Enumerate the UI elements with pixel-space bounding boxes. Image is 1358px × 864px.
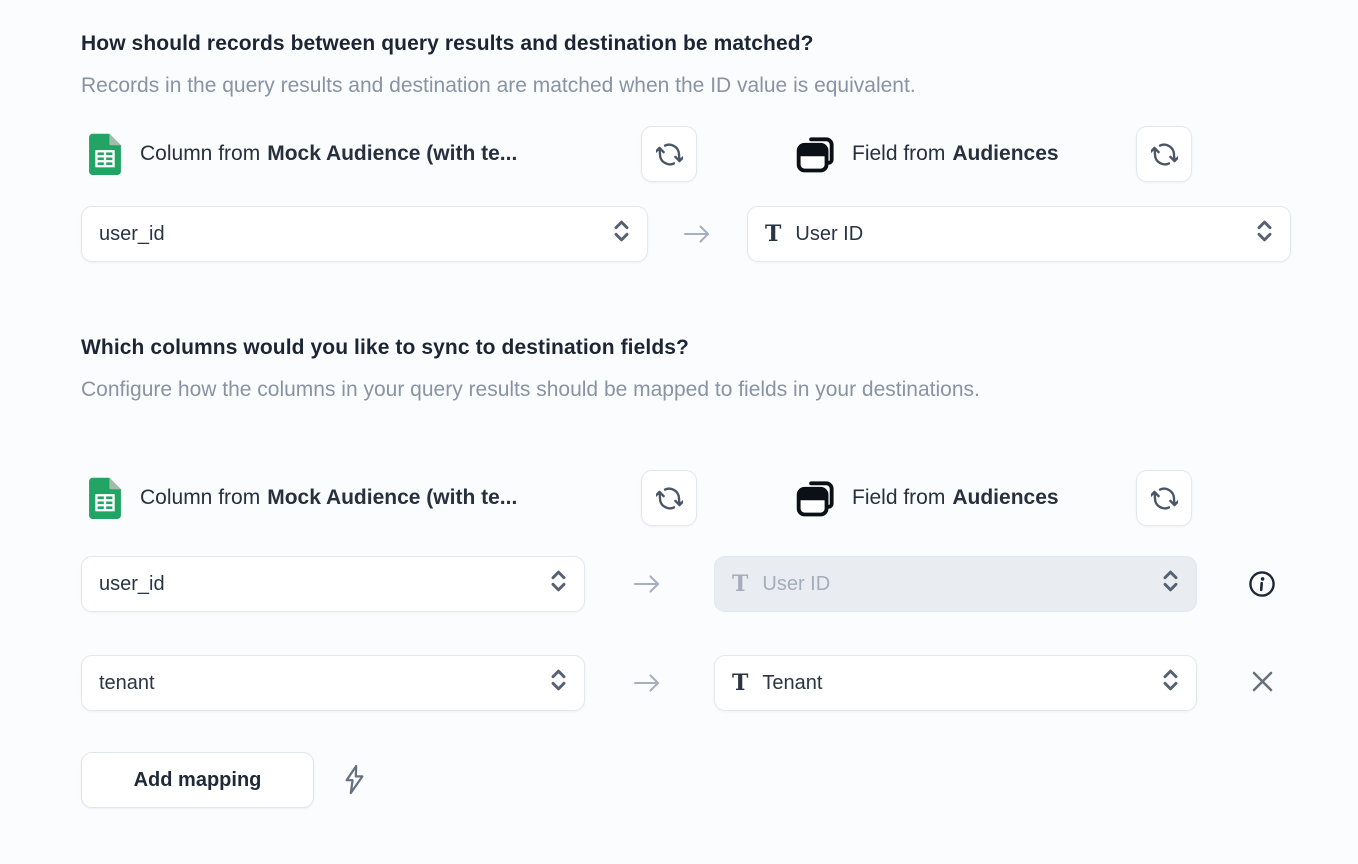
- windows-stack-icon: [795, 476, 839, 520]
- match-source-column-value: user_id: [99, 223, 165, 246]
- right-arrow-icon: [631, 670, 663, 701]
- source-column-header: Column from Mock Audience (with te...: [88, 126, 517, 182]
- remove-mapping-button[interactable]: [1249, 668, 1276, 700]
- lightning-bolt-icon: [343, 764, 366, 800]
- mapping-section-subtitle: Configure how the columns in your query …: [81, 370, 1041, 410]
- suggest-mappings-button[interactable]: [343, 764, 366, 800]
- destination-field-header: Field from Audiences: [795, 126, 1059, 182]
- windows-stack-icon: [795, 132, 839, 176]
- chevron-up-down-icon: [1160, 568, 1181, 601]
- refresh-source-columns-button[interactable]: [641, 470, 697, 526]
- mapping-source-value: user_id: [99, 573, 165, 596]
- right-arrow-icon: [681, 221, 713, 252]
- mapping-row-source-select[interactable]: tenant: [81, 655, 585, 711]
- destination-field-header: Field from Audiences: [795, 470, 1059, 526]
- sync-mapping-panel: How should records between query results…: [0, 0, 1358, 864]
- dest-header-prefix: Field from: [852, 486, 945, 510]
- match-destination-field-select[interactable]: T User ID: [747, 206, 1291, 262]
- mapping-source-value: tenant: [99, 672, 155, 695]
- mapping-destination-value: Tenant: [762, 672, 822, 695]
- chevron-up-down-icon: [548, 667, 569, 700]
- dest-header-name: Audiences: [952, 142, 1058, 166]
- text-type-icon: T: [732, 573, 748, 595]
- add-mapping-button[interactable]: Add mapping: [81, 752, 314, 808]
- chevron-up-down-icon: [1160, 667, 1181, 700]
- dest-header-prefix: Field from: [852, 142, 945, 166]
- source-header-name: Mock Audience (with te...: [267, 142, 517, 166]
- chevron-up-down-icon: [1254, 218, 1275, 251]
- google-sheets-icon: [88, 477, 122, 519]
- source-header-name: Mock Audience (with te...: [267, 486, 517, 510]
- match-source-column-select[interactable]: user_id: [81, 206, 648, 262]
- text-type-icon: T: [765, 223, 781, 245]
- mapping-row-source-select[interactable]: user_id: [81, 556, 585, 612]
- source-header-prefix: Column from: [140, 486, 260, 510]
- swap-arrows-icon: [656, 141, 683, 168]
- source-column-header: Column from Mock Audience (with te...: [88, 470, 517, 526]
- mapping-row-destination-select-disabled: T User ID: [714, 556, 1197, 612]
- source-header-prefix: Column from: [140, 142, 260, 166]
- chevron-up-down-icon: [548, 568, 569, 601]
- refresh-destination-fields-button[interactable]: [1136, 470, 1192, 526]
- chevron-up-down-icon: [611, 218, 632, 251]
- match-section-subtitle: Records in the query results and destina…: [81, 66, 916, 106]
- info-circle-icon[interactable]: [1247, 569, 1277, 604]
- mapping-row-destination-select[interactable]: T Tenant: [714, 655, 1197, 711]
- refresh-source-columns-button[interactable]: [641, 126, 697, 182]
- text-type-icon: T: [732, 672, 748, 694]
- swap-arrows-icon: [1151, 485, 1178, 512]
- match-section-title: How should records between query results…: [81, 32, 814, 56]
- close-x-icon: [1249, 668, 1276, 700]
- right-arrow-icon: [631, 571, 663, 602]
- mapping-section-title: Which columns would you like to sync to …: [81, 336, 689, 360]
- refresh-destination-fields-button[interactable]: [1136, 126, 1192, 182]
- mapping-destination-value: User ID: [762, 573, 830, 596]
- swap-arrows-icon: [656, 485, 683, 512]
- google-sheets-icon: [88, 133, 122, 175]
- swap-arrows-icon: [1151, 141, 1178, 168]
- dest-header-name: Audiences: [952, 486, 1058, 510]
- match-destination-field-value: User ID: [795, 223, 863, 246]
